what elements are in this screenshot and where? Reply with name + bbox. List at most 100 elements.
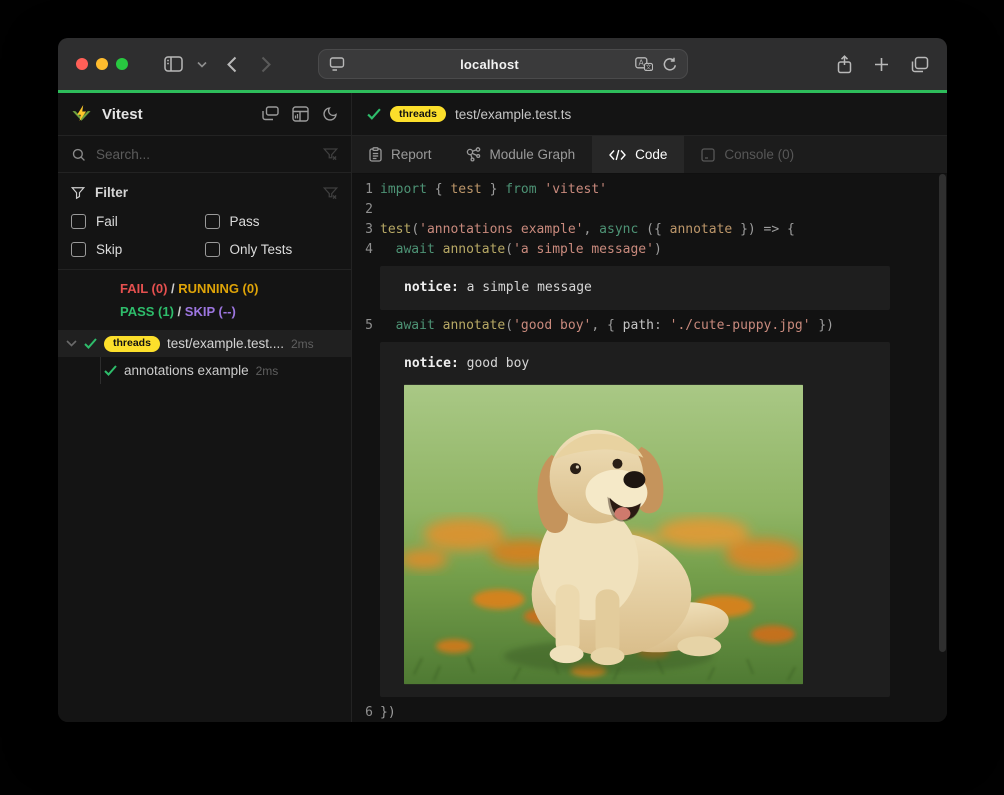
check-icon	[104, 365, 117, 376]
clear-search-filter-icon[interactable]	[323, 147, 338, 161]
search-input[interactable]	[96, 147, 313, 162]
check-icon	[367, 108, 381, 120]
test-summary: FAIL (0) / RUNNING (0) PASS (1) / SKIP (…	[58, 270, 351, 330]
line-number: 5	[352, 316, 380, 336]
puppy-illustration	[404, 384, 803, 685]
traffic-lights	[76, 58, 128, 70]
tab-label: Report	[391, 147, 432, 162]
vitest-sidebar: Vitest	[58, 93, 352, 722]
tab-label: Module Graph	[490, 147, 576, 162]
code-icon	[609, 149, 626, 161]
line-number: 6	[352, 703, 380, 722]
panels-icon[interactable]	[262, 106, 279, 122]
report-icon	[369, 147, 382, 162]
tab-overview-button[interactable]	[911, 56, 929, 73]
notice-text: notice: a simple message	[404, 278, 866, 298]
line-number: 4	[352, 240, 380, 260]
filter-section: Filter Fail Pass Skip Only Tests	[58, 173, 351, 270]
check-icon	[84, 338, 97, 349]
code-text: import { test } from 'vitest'	[380, 180, 607, 200]
checkbox-label: Skip	[96, 242, 122, 257]
url-text[interactable]: localhost	[345, 57, 635, 72]
notice-text: notice: good boy	[404, 354, 866, 374]
annotation-notice: notice: a simple message	[380, 266, 890, 310]
tab-report[interactable]: Report	[352, 136, 449, 173]
code-text: })	[380, 703, 396, 722]
maximize-window-button[interactable]	[116, 58, 128, 70]
vitest-logo	[71, 104, 92, 125]
dark-mode-toggle-icon[interactable]	[322, 106, 338, 122]
code-line: 6})	[352, 703, 947, 722]
checkbox-label: Only Tests	[230, 242, 293, 257]
code-content: 1import { test } from 'vitest'23test('an…	[352, 180, 947, 722]
line-number: 3	[352, 220, 380, 240]
summary-running: RUNNING (0)	[178, 281, 258, 296]
sidebar-header: Vitest	[58, 93, 351, 136]
summary-pass: PASS (1)	[120, 304, 174, 319]
code-text: test('annotations example', async ({ ann…	[380, 220, 795, 240]
new-tab-button[interactable]	[874, 57, 889, 72]
address-bar[interactable]: localhost A文	[318, 49, 688, 79]
checkbox-box[interactable]	[205, 242, 220, 257]
clear-filter-icon[interactable]	[323, 186, 338, 200]
checkbox-pass[interactable]: Pass	[205, 214, 339, 229]
checkbox-box[interactable]	[71, 242, 86, 257]
tab-module-graph[interactable]: Module Graph	[449, 136, 593, 173]
translate-icon[interactable]: A文	[635, 57, 653, 71]
browser-titlebar: localhost A文	[58, 38, 947, 90]
notice-label: notice:	[404, 280, 459, 295]
test-case-row[interactable]: annotations example 2ms	[58, 357, 351, 384]
summary-skip: SKIP (--)	[185, 304, 236, 319]
summary-separator: /	[174, 304, 185, 319]
minimize-window-button[interactable]	[96, 58, 108, 70]
share-button[interactable]	[837, 55, 852, 74]
test-file-row[interactable]: threads test/example.test.... 2ms	[58, 330, 351, 357]
svg-text:A: A	[638, 59, 644, 68]
forward-button[interactable]	[261, 56, 271, 73]
chevron-down-icon[interactable]	[66, 340, 77, 347]
filter-label: Filter	[95, 185, 128, 200]
funnel-icon	[71, 186, 85, 200]
checkbox-box[interactable]	[71, 214, 86, 229]
notice-message: a simple message	[459, 280, 592, 295]
code-line: 3test('annotations example', async ({ an…	[352, 220, 947, 240]
tab-code[interactable]: Code	[592, 136, 684, 173]
pool-badge: threads	[104, 336, 160, 352]
summary-separator: /	[167, 281, 178, 296]
tab-label: Console (0)	[724, 147, 794, 162]
code-line: 4 await annotate('a simple message')	[352, 240, 947, 260]
pool-badge: threads	[390, 106, 446, 122]
console-icon	[701, 148, 715, 162]
dashboard-icon[interactable]	[292, 106, 309, 122]
summary-line-2: PASS (1) / SKIP (--)	[120, 300, 351, 323]
test-file-name: test/example.test....	[167, 336, 284, 351]
checkbox-fail[interactable]: Fail	[71, 214, 205, 229]
checkbox-box[interactable]	[205, 214, 220, 229]
sidebar-toggle-button[interactable]	[164, 56, 183, 72]
tree-guide-line	[100, 357, 101, 384]
puppy-image[interactable]	[404, 384, 803, 685]
main-panel: threads test/example.test.ts Report Modu…	[352, 93, 947, 722]
code-text: await annotate('a simple message')	[380, 240, 662, 260]
checkbox-only-tests[interactable]: Only Tests	[205, 242, 339, 257]
line-number: 2	[352, 200, 380, 220]
reload-icon[interactable]	[663, 57, 677, 72]
checkbox-label: Pass	[230, 214, 260, 229]
chevron-down-icon[interactable]	[197, 61, 207, 68]
tab-console[interactable]: Console (0)	[684, 136, 811, 173]
test-duration: 2ms	[256, 364, 279, 378]
page-format-icon[interactable]	[329, 57, 345, 71]
back-button[interactable]	[227, 56, 237, 73]
code-line: 1import { test } from 'vitest'	[352, 180, 947, 200]
checkbox-skip[interactable]: Skip	[71, 242, 205, 257]
checkbox-label: Fail	[96, 214, 118, 229]
code-panel[interactable]: 1import { test } from 'vitest'23test('an…	[352, 174, 947, 722]
search-icon	[71, 147, 86, 162]
vertical-scrollbar[interactable]	[939, 174, 946, 652]
notice-label: notice:	[404, 356, 459, 371]
close-window-button[interactable]	[76, 58, 88, 70]
code-line: 2	[352, 200, 947, 220]
open-file-name: test/example.test.ts	[455, 107, 571, 122]
test-case-name: annotations example	[124, 363, 249, 378]
line-number: 1	[352, 180, 380, 200]
